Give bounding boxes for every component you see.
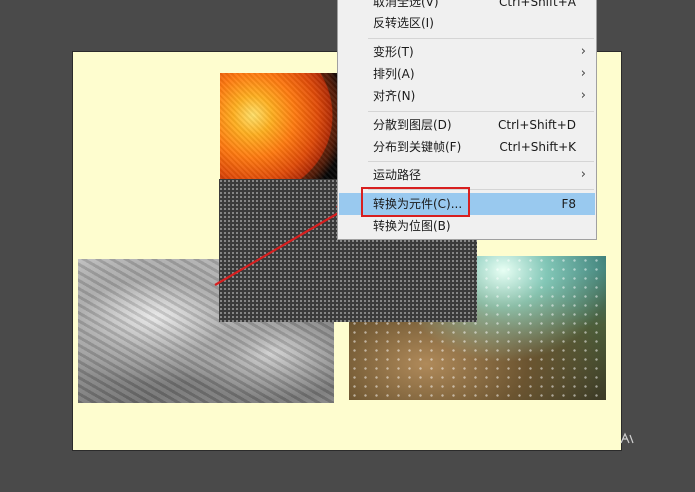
menu-item-shortcut: F8 bbox=[561, 197, 576, 211]
chevron-right-icon: › bbox=[580, 66, 586, 81]
menu-separator bbox=[368, 38, 594, 39]
menu-item-shortcut: Ctrl+Shift+D bbox=[498, 118, 576, 132]
chevron-right-icon: › bbox=[580, 44, 586, 59]
menu-separator bbox=[368, 161, 594, 162]
menu-item-convert-to-bitmap[interactable]: 转换为位图(B) bbox=[339, 215, 595, 237]
menu-item-transform[interactable]: 变形(T) › bbox=[339, 41, 595, 63]
watermark-icon bbox=[620, 432, 634, 444]
menu-item-label: 运动路径 bbox=[373, 168, 422, 182]
screen: { "menu": { "items": [ {"id": "deselect"… bbox=[0, 0, 695, 492]
menu-item-align[interactable]: 对齐(N) › bbox=[339, 85, 595, 107]
menu-item-motion-path[interactable]: 运动路径 › bbox=[339, 164, 595, 186]
menu-separator bbox=[368, 111, 594, 112]
menu-item-distribute-to-keyframes[interactable]: 分布到关键帧(F) Ctrl+Shift+K bbox=[339, 136, 595, 158]
menu-item-distribute-to-layers[interactable]: 分散到图层(D) Ctrl+Shift+D bbox=[339, 114, 595, 136]
menu-item-label: 反转选区(I) bbox=[373, 16, 434, 30]
menu-item-label: 排列(A) bbox=[373, 67, 415, 81]
chevron-right-icon: › bbox=[580, 167, 586, 182]
chevron-right-icon: › bbox=[580, 88, 586, 103]
highlight-annotation-box bbox=[361, 187, 470, 217]
menu-item-label: 分散到图层(D) bbox=[373, 118, 452, 132]
menu-item-label: 变形(T) bbox=[373, 45, 414, 59]
menu-item-label: 转换为位图(B) bbox=[373, 219, 451, 233]
menu-item-shortcut: Ctrl+Shift+K bbox=[499, 140, 576, 154]
menu-item-label: 分布到关键帧(F) bbox=[373, 140, 462, 154]
menu-item-label: 对齐(N) bbox=[373, 89, 416, 103]
menu-item-invert-selection[interactable]: 反转选区(I) bbox=[339, 12, 595, 34]
menu-item-arrange[interactable]: 排列(A) › bbox=[339, 63, 595, 85]
